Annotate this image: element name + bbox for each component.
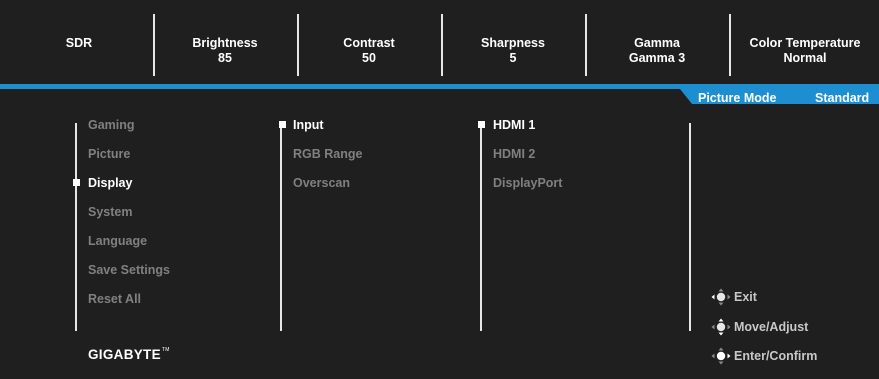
picture-mode-label: Picture Mode — [698, 91, 777, 105]
nav-hint-exit-label: Exit — [734, 290, 757, 304]
joystick-left-icon — [711, 288, 731, 306]
status-bar: SDR Brightness 85 Contrast 50 Sharpness … — [0, 0, 879, 84]
status-contrast-label: Contrast — [343, 36, 395, 50]
gigabyte-logo: GIGABYTETM — [88, 347, 170, 362]
submenu-item-input[interactable]: Input — [293, 118, 324, 132]
nav-hint-enter-confirm: Enter/Confirm — [711, 347, 817, 365]
column-line-options — [480, 123, 482, 331]
nav-hint-move-adjust-label: Move/Adjust — [734, 320, 809, 334]
menu-item-display[interactable]: Display — [88, 176, 132, 190]
status-color-temperature: Color Temperature Normal — [735, 36, 875, 66]
status-sdr: SDR — [9, 36, 149, 51]
status-gamma-label: Gamma — [634, 36, 680, 50]
status-contrast: Contrast 50 — [299, 36, 439, 66]
column-line-main — [75, 123, 77, 331]
status-color-temperature-value: Normal — [783, 51, 827, 65]
status-divider — [729, 14, 731, 76]
brand-trademark: TM — [161, 347, 170, 353]
status-brightness-label: Brightness — [192, 36, 258, 50]
status-brightness: Brightness 85 — [155, 36, 295, 66]
nav-hint-exit: Exit — [711, 288, 757, 306]
status-contrast-value: 50 — [362, 51, 376, 65]
status-brightness-value: 85 — [218, 51, 232, 65]
status-gamma: Gamma Gamma 3 — [587, 36, 727, 66]
nav-hint-enter-confirm-label: Enter/Confirm — [734, 349, 818, 363]
column-line-nav — [689, 123, 691, 331]
submenu-item-overscan[interactable]: Overscan — [293, 176, 350, 190]
menu-item-reset-all[interactable]: Reset All — [88, 292, 141, 306]
status-sharpness-value: 5 — [509, 51, 517, 65]
status-sharpness-label: Sharpness — [481, 36, 545, 50]
status-color-temperature-label: Color Temperature — [749, 36, 861, 50]
submenu-item-rgb-range[interactable]: RGB Range — [293, 147, 362, 161]
menu-item-gaming[interactable]: Gaming — [88, 118, 135, 132]
menu-item-picture[interactable]: Picture — [88, 147, 130, 161]
picture-mode-value: Standard — [815, 91, 870, 105]
monitor-osd: SDR Brightness 85 Contrast 50 Sharpness … — [0, 0, 879, 379]
menu-item-save-settings[interactable]: Save Settings — [88, 263, 170, 277]
status-sharpness: Sharpness 5 — [443, 36, 583, 66]
menu-item-language[interactable]: Language — [88, 234, 147, 248]
menu-item-system[interactable]: System — [88, 205, 132, 219]
joystick-updown-icon — [711, 318, 731, 336]
selection-marker — [478, 121, 485, 128]
option-hdmi-2[interactable]: HDMI 2 — [493, 147, 535, 161]
nav-hint-move-adjust: Move/Adjust — [711, 318, 808, 336]
option-displayport[interactable]: DisplayPort — [493, 176, 562, 190]
column-line-sub — [280, 123, 282, 331]
brand-name: GIGABYTE — [88, 347, 161, 362]
selection-marker — [73, 179, 80, 186]
joystick-press-icon — [711, 347, 731, 365]
status-gamma-value: Gamma 3 — [628, 51, 686, 65]
status-sdr-label: SDR — [65, 36, 93, 50]
selection-marker — [279, 121, 286, 128]
option-hdmi-1[interactable]: HDMI 1 — [493, 118, 535, 132]
